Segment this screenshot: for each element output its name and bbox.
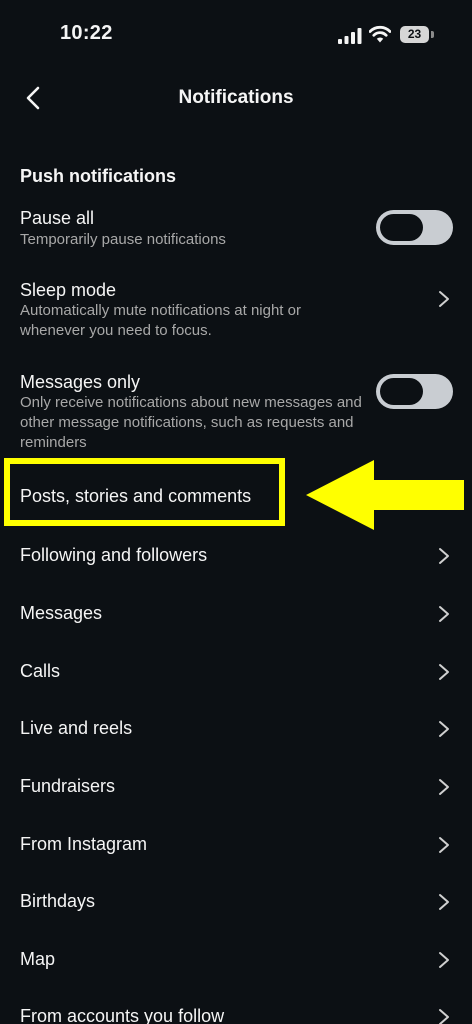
messages-only-subtitle: Only receive notifications about new mes… xyxy=(20,394,362,451)
chevron-right-icon xyxy=(439,837,449,853)
chevron-right-icon xyxy=(439,664,449,680)
sleep-mode-title: Sleep mode xyxy=(20,280,117,300)
menu-item-label: From Instagram xyxy=(20,834,148,854)
menu-item-following-followers[interactable]: Following and followers xyxy=(0,530,472,582)
arrow-left-icon xyxy=(306,460,464,530)
highlight-box xyxy=(4,458,285,526)
chevron-right-icon xyxy=(439,779,449,795)
cellular-signal-icon xyxy=(338,28,362,44)
menu-item-messages[interactable]: Messages xyxy=(0,588,472,640)
status-time: 10:22 xyxy=(60,22,113,44)
nav-bar: Notifications xyxy=(0,70,472,126)
chevron-right-icon xyxy=(439,1009,449,1024)
chevron-right-icon xyxy=(439,894,449,910)
menu-item-fundraisers[interactable]: Fundraisers xyxy=(0,761,472,813)
section-header: Push notifications xyxy=(20,166,177,186)
status-bar: 10:22 23 xyxy=(0,0,472,70)
menu-item-label: Messages xyxy=(20,603,103,623)
messages-only-toggle[interactable] xyxy=(376,374,453,409)
menu-item-from-instagram[interactable]: From Instagram xyxy=(0,819,472,871)
toggle-knob xyxy=(380,378,423,405)
menu-item-calls[interactable]: Calls xyxy=(0,646,472,698)
menu-item-from-accounts-you-follow[interactable]: From accounts you follow xyxy=(0,992,472,1024)
menu-item-label: Live and reels xyxy=(20,718,133,738)
battery-icon: 23 xyxy=(400,26,429,43)
menu-item-label: Birthdays xyxy=(20,891,96,911)
pause-all-row: Pause all Temporarily pause notification… xyxy=(0,206,472,258)
chevron-right-icon xyxy=(439,952,449,968)
messages-only-title: Messages only xyxy=(20,372,141,392)
battery-level: 23 xyxy=(407,27,422,41)
sleep-mode-subtitle: Automatically mute notifications at nigh… xyxy=(20,302,301,339)
menu-item-label: Calls xyxy=(20,661,61,681)
sleep-mode-row[interactable]: Sleep mode Automatically mute notificati… xyxy=(0,278,472,344)
battery-nub xyxy=(431,31,434,38)
pause-all-toggle[interactable] xyxy=(376,210,453,245)
chevron-right-icon xyxy=(439,721,449,737)
wifi-icon xyxy=(369,25,391,43)
menu-item-label: Following and followers xyxy=(20,545,208,565)
toggle-knob xyxy=(380,214,423,241)
menu-item-birthdays[interactable]: Birthdays xyxy=(0,876,472,928)
page-title: Notifications xyxy=(178,87,294,108)
pause-all-title: Pause all xyxy=(20,208,95,228)
pause-all-subtitle: Temporarily pause notifications xyxy=(20,231,226,248)
menu-item-live-reels[interactable]: Live and reels xyxy=(0,703,472,755)
chevron-right-icon xyxy=(439,291,449,307)
menu-item-label: Fundraisers xyxy=(20,776,116,796)
menu-item-label: Map xyxy=(20,949,56,969)
menu-item-label: From accounts you follow xyxy=(20,1006,225,1024)
menu-item-map[interactable]: Map xyxy=(0,934,472,986)
chevron-right-icon xyxy=(439,606,449,622)
chevron-right-icon xyxy=(439,548,449,564)
messages-only-row: Messages only Only receive notifications… xyxy=(0,370,472,456)
